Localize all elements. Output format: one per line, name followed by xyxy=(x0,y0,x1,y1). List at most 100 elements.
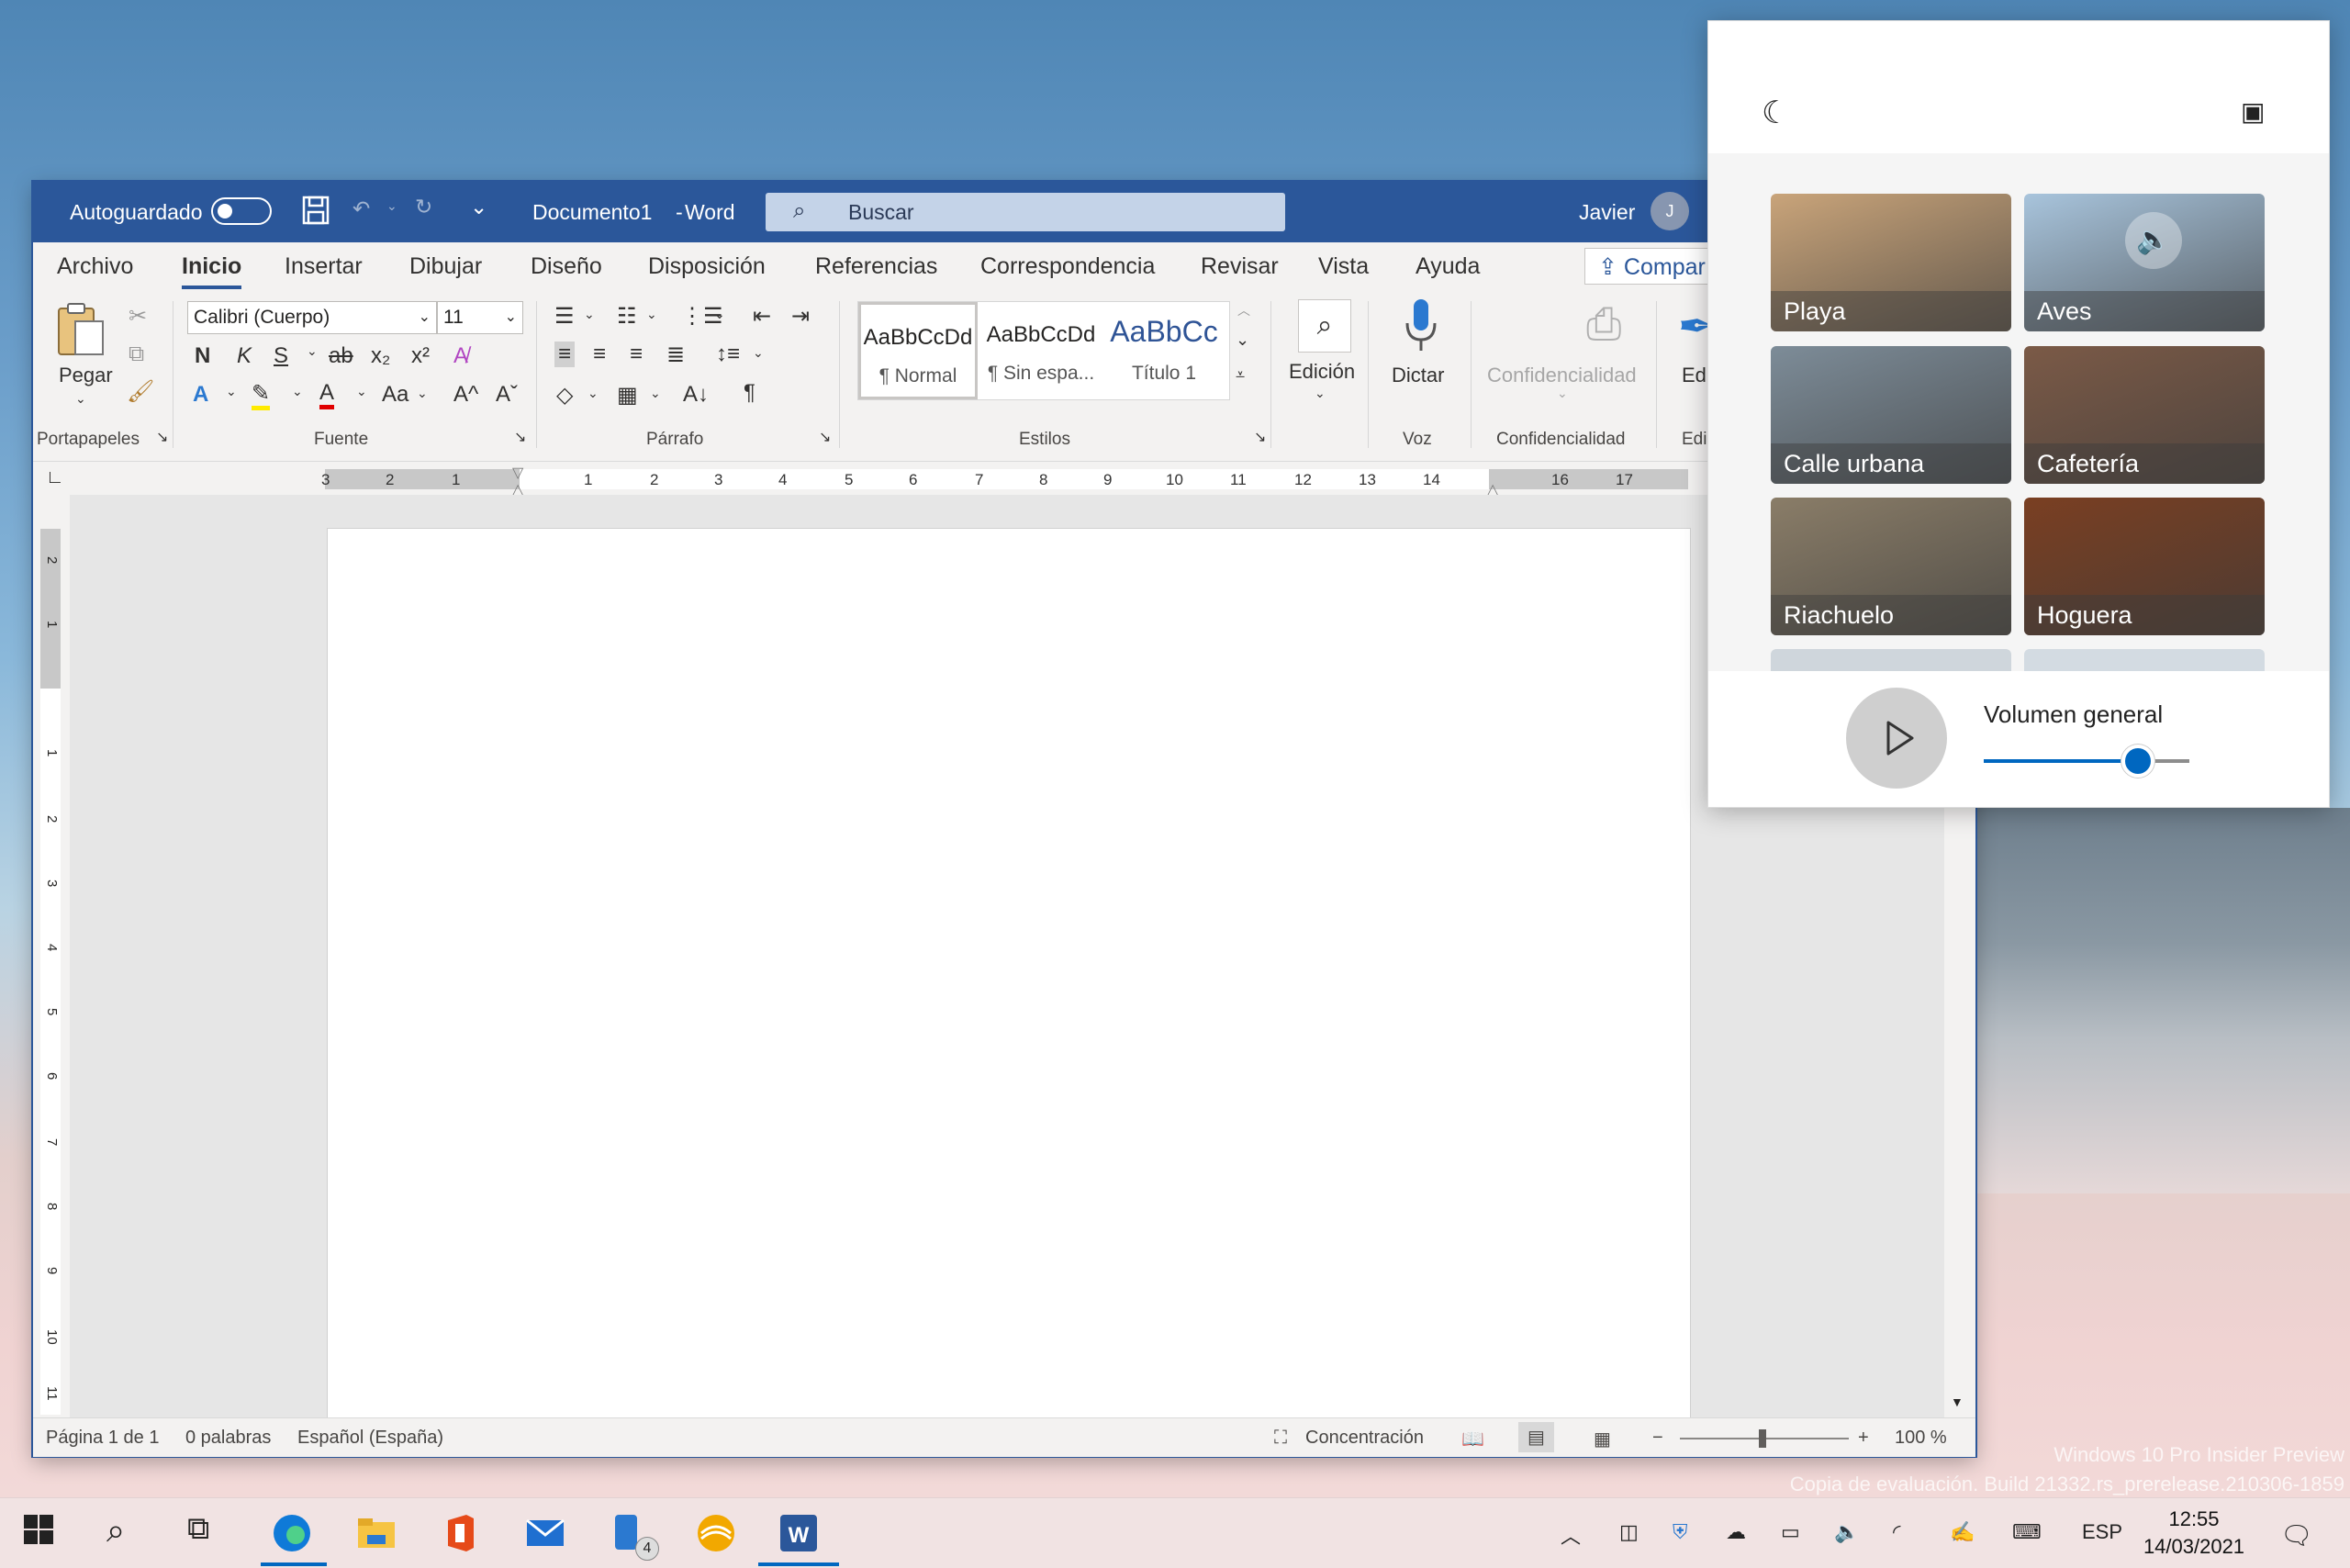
sound-tile-riachuelo[interactable]: Riachuelo xyxy=(1771,498,2011,635)
defender-icon[interactable]: ⛨ xyxy=(1673,1520,1688,1544)
styles-scroll-down-icon[interactable]: ⌄ xyxy=(1236,330,1249,350)
sound-tile-cafeteria[interactable]: Cafetería xyxy=(2024,346,2265,484)
tab-ayuda[interactable]: Ayuda xyxy=(1416,253,1480,280)
change-case-button[interactable]: Aa xyxy=(382,382,408,408)
file-explorer-icon[interactable] xyxy=(354,1511,398,1555)
underline-button[interactable]: S xyxy=(274,343,288,369)
shrink-font-button[interactable]: Aˇ xyxy=(496,382,518,408)
user-name[interactable]: Javier xyxy=(1579,200,1635,225)
tab-revisar[interactable]: Revisar xyxy=(1201,253,1279,280)
clipboard-launcher-icon[interactable]: ↘ xyxy=(156,428,168,446)
undo-dropdown-icon[interactable]: ⌄ xyxy=(386,198,397,214)
start-icon[interactable] xyxy=(20,1511,64,1555)
paste-button[interactable] xyxy=(53,301,108,366)
grow-font-button[interactable]: A^ xyxy=(453,382,478,408)
show-marks-button[interactable]: ¶ xyxy=(744,380,755,406)
sound-tile-aves[interactable]: 🔈 Aves xyxy=(2024,194,2265,331)
zoom-out-button[interactable]: − xyxy=(1652,1428,1663,1449)
tab-insertar[interactable]: Insertar xyxy=(285,253,363,280)
style-titulo-1[interactable]: AaBbCc Título 1 xyxy=(1104,302,1224,399)
tab-referencias[interactable]: Referencias xyxy=(815,253,937,280)
bullets-icon[interactable]: ☰ xyxy=(554,303,575,330)
browser-icon[interactable] xyxy=(694,1511,738,1555)
keyboard-icon[interactable]: ⌨ xyxy=(2012,1520,2042,1544)
pen-icon[interactable]: ✍ xyxy=(1950,1520,1975,1544)
font-launcher-icon[interactable]: ↘ xyxy=(514,428,526,446)
search-icon[interactable]: ⌕ xyxy=(1298,299,1351,353)
borders-dropdown-icon[interactable]: ⌄ xyxy=(650,386,661,401)
bullets-dropdown-icon[interactable]: ⌄ xyxy=(584,307,595,322)
language-indicator[interactable]: ESP xyxy=(2082,1520,2122,1544)
sound-tile-calle-urbana[interactable]: Calle urbana xyxy=(1771,346,2011,484)
sound-tile-hoguera[interactable]: Hoguera xyxy=(2024,498,2265,635)
clock[interactable]: 12:55 14/03/2021 xyxy=(2130,1506,2258,1561)
style-sin-espaciado[interactable]: AaBbCcDd ¶ Sin espa... xyxy=(981,302,1101,399)
customize-toolbar-icon[interactable]: ⌄ xyxy=(470,195,487,219)
first-line-indent-marker[interactable]: ▽ xyxy=(512,464,523,482)
office-icon[interactable] xyxy=(439,1511,483,1555)
editing-dropdown-icon[interactable]: ⌄ xyxy=(1315,386,1326,401)
onedrive-icon[interactable]: ☁ xyxy=(1726,1520,1746,1544)
style-normal[interactable]: AaBbCcDd ¶ Normal xyxy=(858,302,978,399)
share-button[interactable]: ⇪ Compar xyxy=(1584,248,1713,285)
font-color-dropdown-icon[interactable]: ⌄ xyxy=(356,384,367,399)
editing-label[interactable]: Edición xyxy=(1289,360,1355,384)
tab-archivo[interactable]: Archivo xyxy=(57,253,133,280)
subscript-button[interactable]: x₂ xyxy=(371,343,390,369)
strikethrough-button[interactable]: ab xyxy=(329,343,353,369)
font-color-icon[interactable]: A xyxy=(319,380,335,409)
sort-icon[interactable]: A↓ xyxy=(683,382,709,408)
align-left-icon[interactable]: ≡ xyxy=(554,342,576,367)
styles-launcher-icon[interactable]: ↘ xyxy=(1254,428,1266,446)
styles-scroll-up-icon[interactable]: ︿ xyxy=(1237,301,1250,319)
format-painter-icon[interactable]: 🖌 xyxy=(127,378,154,405)
tab-disposicion[interactable]: Disposición xyxy=(648,253,766,280)
phone-icon[interactable]: 4 xyxy=(610,1511,659,1561)
undo-icon[interactable]: ↶ xyxy=(352,196,370,221)
confidential-dropdown-icon[interactable]: ⌄ xyxy=(1557,386,1568,401)
confidential-label[interactable]: Confidencialidad xyxy=(1487,364,1637,387)
numbering-icon[interactable]: ☷ xyxy=(617,303,637,330)
scroll-down-icon[interactable]: ▼ xyxy=(1951,1394,1964,1409)
meet-now-icon[interactable]: ◫ xyxy=(1619,1520,1639,1544)
shading-dropdown-icon[interactable]: ⌄ xyxy=(588,386,599,401)
network-icon[interactable]: ◜ xyxy=(1893,1520,1901,1544)
styles-more-icon[interactable]: ⩡ xyxy=(1236,365,1245,385)
search-icon[interactable]: ⌕ xyxy=(106,1511,151,1555)
battery-icon[interactable]: ▭ xyxy=(1781,1520,1800,1544)
paste-label[interactable]: Pegar xyxy=(59,364,113,387)
volume-icon[interactable]: 🔈 xyxy=(1834,1520,1859,1544)
tab-inicio[interactable]: Inicio xyxy=(182,253,242,289)
text-effects-dropdown-icon[interactable]: ⌄ xyxy=(226,384,237,399)
moon-icon[interactable]: ☾ xyxy=(1762,95,1789,131)
underline-dropdown-icon[interactable]: ⌄ xyxy=(307,343,318,359)
highlight-icon[interactable]: ✎ xyxy=(252,380,271,410)
web-layout-icon[interactable]: ▦ xyxy=(1594,1428,1611,1450)
sound-tile-partial[interactable] xyxy=(2024,649,2265,671)
tab-diseno[interactable]: Diseño xyxy=(531,253,602,280)
change-case-dropdown-icon[interactable]: ⌄ xyxy=(417,386,428,401)
search-box[interactable]: ⌕ Buscar xyxy=(766,193,1285,231)
font-size-select[interactable]: 11 ⌄ xyxy=(437,301,523,334)
notifications-icon[interactable]: 🗨 xyxy=(2280,1520,2313,1551)
align-center-icon[interactable]: ≡ xyxy=(593,342,606,367)
multilevel-dropdown-icon[interactable]: ⌄ xyxy=(714,307,725,322)
task-view-icon[interactable]: ⧉ xyxy=(187,1511,231,1555)
paste-dropdown-icon[interactable]: ⌄ xyxy=(75,391,86,407)
tab-selector-icon[interactable]: ∟ xyxy=(46,467,64,488)
text-effects-icon[interactable]: A xyxy=(193,382,208,408)
align-right-icon[interactable]: ≡ xyxy=(630,342,643,367)
superscript-button[interactable]: x² xyxy=(411,343,430,369)
mini-mode-icon[interactable]: ▣ xyxy=(2241,96,2265,127)
cut-icon[interactable]: ✂ xyxy=(129,303,147,330)
italic-button[interactable]: K xyxy=(237,343,252,369)
autosave-toggle[interactable] xyxy=(211,197,272,225)
read-mode-icon[interactable]: 📖 xyxy=(1461,1428,1484,1450)
volume-slider-thumb[interactable] xyxy=(2121,745,2154,778)
numbering-dropdown-icon[interactable]: ⌄ xyxy=(646,307,657,322)
borders-icon[interactable]: ▦ xyxy=(617,382,638,409)
line-spacing-dropdown-icon[interactable]: ⌄ xyxy=(753,345,764,361)
paragraph-launcher-icon[interactable]: ↘ xyxy=(819,428,831,446)
dictate-label[interactable]: Dictar xyxy=(1392,364,1444,387)
language-status[interactable]: Español (España) xyxy=(297,1428,443,1449)
